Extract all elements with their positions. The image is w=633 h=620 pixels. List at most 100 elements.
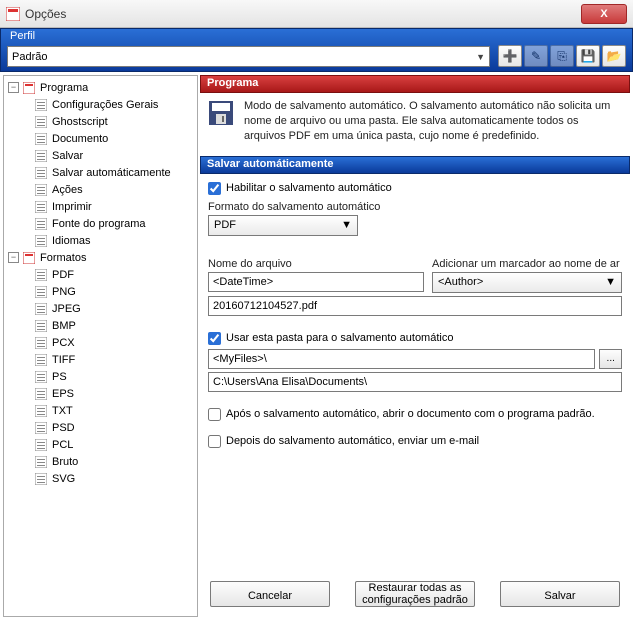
- tree-item[interactable]: Ghostscript: [6, 113, 195, 130]
- titlebar: Opções X: [0, 0, 633, 28]
- profile-save-button[interactable]: 💾: [576, 45, 600, 67]
- item-icon: [33, 387, 49, 401]
- checkbox-label: Depois do salvamento automático, enviar …: [226, 435, 479, 447]
- pencil-icon: ✎: [531, 49, 541, 63]
- description-row: Modo de salvamento automático. O salvame…: [200, 93, 630, 150]
- content-pane: Programa Modo de salvamento automático. …: [200, 75, 630, 617]
- collapse-icon[interactable]: −: [8, 252, 19, 263]
- copy-icon: ⎘: [557, 49, 567, 64]
- email-after-input[interactable]: [208, 435, 221, 448]
- use-folder-checkbox[interactable]: Usar esta pasta para o salvamento automá…: [208, 332, 622, 345]
- section-header-autosave: Salvar automáticamente: [200, 156, 630, 174]
- filename-label: Nome do arquivo: [208, 258, 424, 270]
- tree-item[interactable]: EPS: [6, 385, 195, 402]
- open-after-checkbox[interactable]: Após o salvamento automático, abrir o do…: [208, 408, 622, 421]
- tree-item[interactable]: Idiomas: [6, 232, 195, 249]
- description-text: Modo de salvamento automático. O salvame…: [244, 99, 622, 144]
- tree-item-label: SVG: [52, 473, 75, 485]
- profile-folder-button[interactable]: 📂: [602, 45, 626, 67]
- profile-select[interactable]: Padrão ▼: [7, 46, 490, 67]
- tree-item[interactable]: Salvar automáticamente: [6, 164, 195, 181]
- tree-item-label: Ações: [52, 184, 83, 196]
- item-icon: [33, 404, 49, 418]
- folder-input[interactable]: [208, 349, 595, 369]
- profile-bar: Perfil Padrão ▼ ➕ ✎ ⎘ 💾 📂: [0, 28, 633, 72]
- item-icon: [33, 149, 49, 163]
- tree-item[interactable]: Bruto: [6, 453, 195, 470]
- tree-item-label: Configurações Gerais: [52, 99, 158, 111]
- tree-item[interactable]: Fonte do programa: [6, 215, 195, 232]
- item-icon: [33, 217, 49, 231]
- tree-item[interactable]: PDF: [6, 266, 195, 283]
- item-icon: [33, 353, 49, 367]
- profile-rename-button: ✎: [524, 45, 548, 67]
- window-title: Opções: [25, 7, 66, 21]
- tree-item[interactable]: Salvar: [6, 147, 195, 164]
- checkbox-label: Após o salvamento automático, abrir o do…: [226, 408, 595, 420]
- use-folder-input[interactable]: [208, 332, 221, 345]
- tree-item[interactable]: PNG: [6, 283, 195, 300]
- tree-item-label: JPEG: [52, 303, 81, 315]
- page-icon: [21, 251, 37, 265]
- tree-item-label: Documento: [52, 133, 108, 145]
- collapse-icon[interactable]: −: [8, 82, 19, 93]
- marker-select[interactable]: <Author> ▼: [432, 272, 622, 293]
- item-icon: [33, 268, 49, 282]
- email-after-checkbox[interactable]: Depois do salvamento automático, enviar …: [208, 435, 622, 448]
- tree-item-label: PNG: [52, 286, 76, 298]
- save-button[interactable]: Salvar: [500, 581, 620, 607]
- tree-node-formatos[interactable]: − Formatos: [6, 249, 195, 266]
- item-icon: [33, 319, 49, 333]
- profile-label: Perfil: [10, 30, 35, 42]
- chevron-down-icon: ▼: [605, 276, 616, 288]
- format-label: Formato do salvamento automático: [208, 201, 622, 213]
- tree-item[interactable]: BMP: [6, 317, 195, 334]
- enable-autosave-input[interactable]: [208, 182, 221, 195]
- nav-tree[interactable]: − Programa Configurações Gerais Ghostscri…: [3, 75, 198, 617]
- close-button[interactable]: X: [581, 4, 627, 24]
- tree-label: Formatos: [40, 252, 86, 264]
- checkbox-label: Usar esta pasta para o salvamento automá…: [226, 332, 453, 344]
- tree-item[interactable]: PCX: [6, 334, 195, 351]
- browse-button[interactable]: ...: [599, 349, 622, 369]
- format-select[interactable]: PDF ▼: [208, 215, 358, 236]
- close-icon: X: [600, 8, 607, 20]
- tree-item-label: TXT: [52, 405, 73, 417]
- item-icon: [33, 421, 49, 435]
- tree-item[interactable]: Imprimir: [6, 198, 195, 215]
- tree-item[interactable]: TXT: [6, 402, 195, 419]
- tree-item[interactable]: Configurações Gerais: [6, 96, 195, 113]
- tree-item-label: Imprimir: [52, 201, 92, 213]
- tree-item[interactable]: PCL: [6, 436, 195, 453]
- format-value: PDF: [214, 219, 236, 231]
- tree-item-label: Salvar automáticamente: [52, 167, 171, 179]
- app-icon: [6, 7, 20, 21]
- profile-add-button[interactable]: ➕: [498, 45, 522, 67]
- tree-item[interactable]: PS: [6, 368, 195, 385]
- tree-item[interactable]: PSD: [6, 419, 195, 436]
- tree-item[interactable]: Documento: [6, 130, 195, 147]
- form-area: Habilitar o salvamento automático Format…: [200, 174, 630, 572]
- reset-button[interactable]: Restaurar todas as configurações padrão: [355, 581, 475, 607]
- tree-node-programa[interactable]: − Programa: [6, 79, 195, 96]
- tree-item[interactable]: Ações: [6, 181, 195, 198]
- tree-item-label: PS: [52, 371, 67, 383]
- tree-item-label: EPS: [52, 388, 74, 400]
- tree-item-label: PSD: [52, 422, 75, 434]
- checkbox-label: Habilitar o salvamento automático: [226, 182, 392, 194]
- cancel-button[interactable]: Cancelar: [210, 581, 330, 607]
- marker-value: <Author>: [438, 276, 483, 288]
- tree-item-label: Ghostscript: [52, 116, 108, 128]
- section-header-programa: Programa: [200, 75, 630, 93]
- tree-item[interactable]: TIFF: [6, 351, 195, 368]
- enable-autosave-checkbox[interactable]: Habilitar o salvamento automático: [208, 182, 622, 195]
- tree-item[interactable]: SVG: [6, 470, 195, 487]
- open-after-input[interactable]: [208, 408, 221, 421]
- filename-input[interactable]: [208, 272, 424, 292]
- profile-selected: Padrão: [12, 51, 47, 63]
- item-icon: [33, 115, 49, 129]
- item-icon: [33, 200, 49, 214]
- tree-item-label: Salvar: [52, 150, 83, 162]
- tree-item[interactable]: JPEG: [6, 300, 195, 317]
- marker-label: Adicionar um marcador ao nome de ar: [432, 258, 622, 270]
